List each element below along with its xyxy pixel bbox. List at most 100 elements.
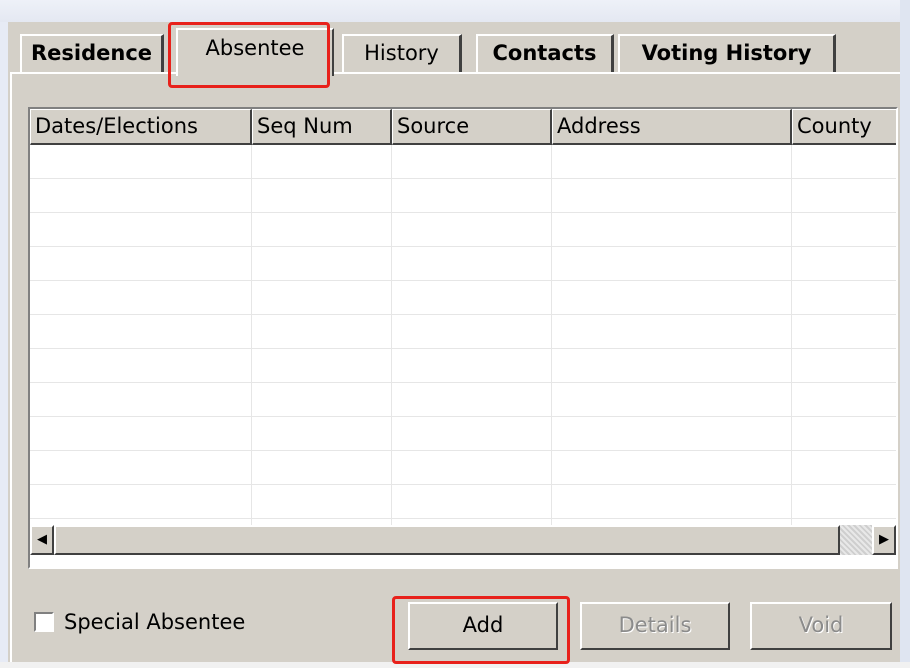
table-cell[interactable] xyxy=(392,179,552,213)
absentee-grid[interactable]: Dates/Elections Seq Num Source Address C… xyxy=(28,107,898,569)
table-cell[interactable] xyxy=(392,349,552,383)
table-cell[interactable] xyxy=(552,485,792,519)
column-header-label: Seq Num xyxy=(257,114,353,138)
tab-residence[interactable]: Residence xyxy=(20,34,164,72)
table-row[interactable] xyxy=(30,451,896,485)
table-cell[interactable] xyxy=(392,315,552,349)
table-cell[interactable] xyxy=(252,383,392,417)
column-header-label: Source xyxy=(397,114,470,138)
table-row[interactable] xyxy=(30,349,896,383)
table-cell[interactable] xyxy=(252,281,392,315)
table-cell[interactable] xyxy=(252,145,392,179)
table-cell[interactable] xyxy=(792,281,896,315)
tab-voting-history[interactable]: Voting History xyxy=(618,34,836,72)
table-cell[interactable] xyxy=(552,383,792,417)
horizontal-scrollbar[interactable]: ◀ ▶ xyxy=(30,525,896,555)
table-row[interactable] xyxy=(30,213,896,247)
scroll-right-button[interactable]: ▶ xyxy=(872,525,896,555)
table-row[interactable] xyxy=(30,417,896,451)
table-cell[interactable] xyxy=(30,315,252,349)
void-button[interactable]: Void xyxy=(750,602,892,650)
window-left-strip xyxy=(0,22,8,668)
table-cell[interactable] xyxy=(30,179,252,213)
window-bottom-edge xyxy=(0,662,910,668)
table-cell[interactable] xyxy=(30,213,252,247)
table-cell[interactable] xyxy=(552,349,792,383)
tab-contacts[interactable]: Contacts xyxy=(476,34,614,72)
table-cell[interactable] xyxy=(252,451,392,485)
table-cell[interactable] xyxy=(392,247,552,281)
grid-body[interactable] xyxy=(30,145,896,525)
table-cell[interactable] xyxy=(252,315,392,349)
table-cell[interactable] xyxy=(552,417,792,451)
tab-contacts-label: Contacts xyxy=(492,41,597,65)
table-cell[interactable] xyxy=(552,247,792,281)
details-button[interactable]: Details xyxy=(580,602,730,650)
column-header-dates-elections[interactable]: Dates/Elections xyxy=(30,109,252,145)
tab-history[interactable]: History xyxy=(342,34,462,72)
table-cell[interactable] xyxy=(30,383,252,417)
table-cell[interactable] xyxy=(30,281,252,315)
scroll-left-button[interactable]: ◀ xyxy=(30,525,54,555)
table-cell[interactable] xyxy=(792,247,896,281)
table-cell[interactable] xyxy=(552,179,792,213)
table-cell[interactable] xyxy=(252,349,392,383)
table-cell[interactable] xyxy=(792,213,896,247)
void-button-label: Void xyxy=(798,613,844,637)
table-cell[interactable] xyxy=(30,145,252,179)
details-button-label: Details xyxy=(618,613,692,637)
special-absentee-label[interactable]: Special Absentee xyxy=(64,607,245,637)
table-cell[interactable] xyxy=(552,315,792,349)
table-cell[interactable] xyxy=(792,349,896,383)
table-row[interactable] xyxy=(30,179,896,213)
table-row[interactable] xyxy=(30,247,896,281)
table-cell[interactable] xyxy=(30,451,252,485)
table-cell[interactable] xyxy=(552,145,792,179)
table-row[interactable] xyxy=(30,281,896,315)
table-cell[interactable] xyxy=(392,145,552,179)
column-header-county[interactable]: County xyxy=(792,109,896,145)
table-cell[interactable] xyxy=(792,179,896,213)
column-header-address[interactable]: Address xyxy=(552,109,792,145)
tab-residence-label: Residence xyxy=(30,41,153,65)
tab-voting-history-label: Voting History xyxy=(641,41,812,65)
table-cell[interactable] xyxy=(252,179,392,213)
table-row[interactable] xyxy=(30,485,896,519)
table-cell[interactable] xyxy=(252,213,392,247)
table-cell[interactable] xyxy=(392,417,552,451)
table-cell[interactable] xyxy=(392,451,552,485)
table-row[interactable] xyxy=(30,145,896,179)
tab-absentee[interactable]: Absentee xyxy=(176,28,334,76)
table-cell[interactable] xyxy=(252,485,392,519)
tab-history-label: History xyxy=(364,41,439,65)
table-row[interactable] xyxy=(30,315,896,349)
table-cell[interactable] xyxy=(30,417,252,451)
table-cell[interactable] xyxy=(792,145,896,179)
table-cell[interactable] xyxy=(552,213,792,247)
column-header-seq-num[interactable]: Seq Num xyxy=(252,109,392,145)
table-cell[interactable] xyxy=(392,485,552,519)
table-cell[interactable] xyxy=(252,417,392,451)
table-cell[interactable] xyxy=(552,281,792,315)
table-cell[interactable] xyxy=(30,247,252,281)
scroll-thumb[interactable] xyxy=(54,525,840,555)
table-row[interactable] xyxy=(30,383,896,417)
table-cell[interactable] xyxy=(392,383,552,417)
table-cell[interactable] xyxy=(792,417,896,451)
table-cell[interactable] xyxy=(552,451,792,485)
window-right-strip xyxy=(900,0,910,668)
table-cell[interactable] xyxy=(30,349,252,383)
table-cell[interactable] xyxy=(252,247,392,281)
table-cell[interactable] xyxy=(792,315,896,349)
scroll-track[interactable] xyxy=(840,525,872,555)
table-cell[interactable] xyxy=(792,485,896,519)
table-cell[interactable] xyxy=(30,485,252,519)
table-cell[interactable] xyxy=(392,213,552,247)
special-absentee-checkbox[interactable] xyxy=(34,612,54,632)
column-header-label: Dates/Elections xyxy=(35,114,198,138)
table-cell[interactable] xyxy=(792,383,896,417)
table-cell[interactable] xyxy=(392,281,552,315)
column-header-source[interactable]: Source xyxy=(392,109,552,145)
table-cell[interactable] xyxy=(792,451,896,485)
add-button[interactable]: Add xyxy=(408,602,558,650)
